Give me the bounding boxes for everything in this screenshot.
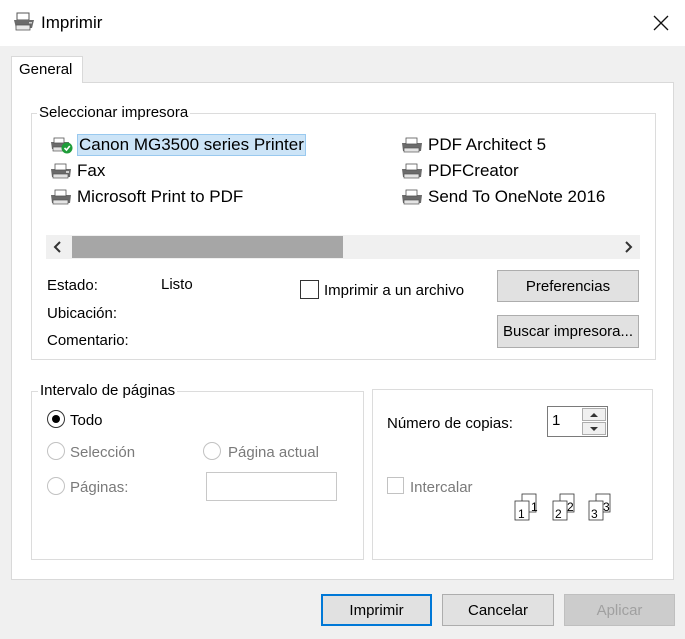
scroll-thumb[interactable] xyxy=(72,236,343,258)
collate-checkbox[interactable] xyxy=(387,477,404,494)
printer-list-scrollbar[interactable] xyxy=(46,235,640,259)
collate-digit: 3 xyxy=(603,500,610,514)
chevron-down-icon xyxy=(590,426,598,431)
collate-label[interactable]: Intercalar xyxy=(410,479,473,496)
radio-selection[interactable] xyxy=(47,442,65,460)
print-to-file-checkbox[interactable] xyxy=(300,280,319,299)
copies-value[interactable]: 1 xyxy=(552,412,560,429)
printer-item-pdf-architect[interactable]: PDF Architect 5 xyxy=(401,134,546,156)
pages-input[interactable] xyxy=(206,472,337,501)
printer-item-onenote[interactable]: Send To OneNote 2016 xyxy=(401,186,605,208)
collate-digit: 2 xyxy=(555,507,562,521)
collate-digit: 1 xyxy=(531,500,538,514)
printer-name: Canon MG3500 series Printer xyxy=(77,134,306,156)
radio-current-page-label[interactable]: Página actual xyxy=(228,444,319,461)
window-title: Imprimir xyxy=(41,13,103,32)
title-bar: Imprimir xyxy=(0,0,685,46)
chevron-right-icon xyxy=(625,241,633,253)
radio-all[interactable] xyxy=(47,410,65,428)
printer-name: Send To OneNote 2016 xyxy=(428,187,606,206)
printer-icon xyxy=(402,163,422,179)
find-printer-button[interactable]: Buscar impresora... xyxy=(497,315,639,348)
collate-digit: 1 xyxy=(518,507,525,521)
status-value: Listo xyxy=(161,276,193,293)
printer-name: Microsoft Print to PDF xyxy=(77,187,244,206)
copies-increment-button[interactable] xyxy=(582,408,606,421)
printer-name: Fax xyxy=(77,161,106,180)
printer-icon xyxy=(51,189,71,205)
copies-stepper[interactable]: 1 xyxy=(547,406,608,437)
printer-item-pdfcreator[interactable]: PDFCreator xyxy=(401,160,519,182)
location-label: Ubicación: xyxy=(47,305,118,322)
printer-item-fax[interactable]: Fax xyxy=(50,160,105,182)
printer-group-label: Seleccionar impresora xyxy=(37,104,191,121)
chevron-up-icon xyxy=(590,412,598,417)
page-range-group-label: Intervalo de páginas xyxy=(38,382,178,399)
scroll-right-button[interactable] xyxy=(616,235,640,259)
status-label: Estado: xyxy=(47,277,98,294)
collate-pages-icon: 1 1 2 2 3 3 xyxy=(514,493,611,521)
printer-item-canon[interactable]: Canon MG3500 series Printer xyxy=(50,134,306,156)
tab-general[interactable]: General xyxy=(11,56,83,83)
print-dialog: Imprimir General Seleccionar impresora C… xyxy=(0,0,685,639)
close-button[interactable] xyxy=(638,0,684,46)
printer-name: PDF Architect 5 xyxy=(428,135,547,154)
print-to-file-label[interactable]: Imprimir a un archivo xyxy=(324,282,464,299)
copies-decrement-button[interactable] xyxy=(582,422,606,435)
close-icon xyxy=(653,15,669,31)
preferences-button[interactable]: Preferencias xyxy=(497,270,639,302)
printer-default-icon xyxy=(51,137,73,154)
comment-label: Comentario: xyxy=(47,332,129,349)
radio-selection-label[interactable]: Selección xyxy=(70,444,135,461)
printer-icon xyxy=(402,137,422,153)
fax-icon xyxy=(51,163,71,179)
chevron-left-icon xyxy=(53,241,61,253)
printer-icon xyxy=(402,189,422,205)
printer-name: PDFCreator xyxy=(428,161,519,180)
printer-icon xyxy=(14,12,34,31)
radio-pages[interactable] xyxy=(47,477,65,495)
scroll-left-button[interactable] xyxy=(46,235,70,259)
radio-all-label[interactable]: Todo xyxy=(70,412,103,429)
copies-label: Número de copias: xyxy=(387,415,513,432)
print-button[interactable]: Imprimir xyxy=(321,594,432,626)
radio-dot xyxy=(52,415,60,423)
apply-button[interactable]: Aplicar xyxy=(564,594,675,626)
radio-pages-label[interactable]: Páginas: xyxy=(70,479,128,496)
collate-digit: 3 xyxy=(591,507,598,521)
printer-item-microsoft-pdf[interactable]: Microsoft Print to PDF xyxy=(50,186,243,208)
cancel-button[interactable]: Cancelar xyxy=(442,594,554,626)
radio-current-page[interactable] xyxy=(203,442,221,460)
collate-digit: 2 xyxy=(567,500,574,514)
